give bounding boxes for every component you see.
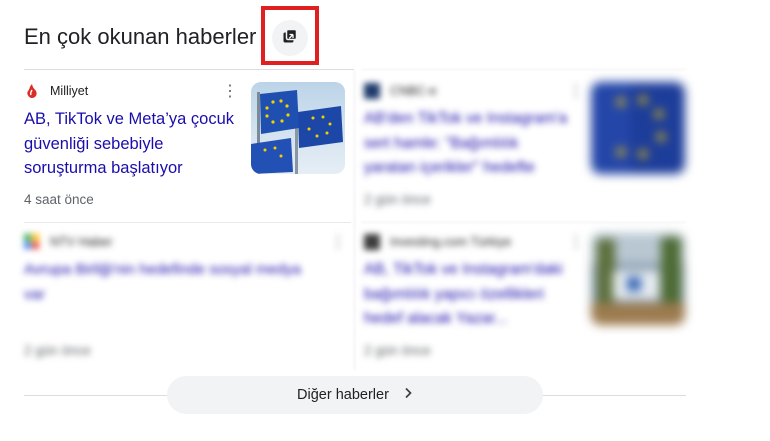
headline-line: AB, TikTok ve Instagram'daki [364, 261, 563, 278]
news-timestamp: 2 gün önce [24, 343, 91, 358]
headline-line: sert hamle: "Bağımlılık [364, 134, 519, 152]
news-source: Milliyet [24, 83, 88, 99]
news-headline[interactable]: AB, TikTok ve Instagram'daki bağımlılık … [364, 258, 582, 332]
news-thumbnail[interactable] [591, 82, 685, 174]
ntv-logo-icon [24, 234, 40, 250]
news-headline[interactable]: Avrupa Birliği'nin hedefinde sosyal medy… [24, 258, 344, 307]
news-source: CNBC-e [364, 83, 437, 99]
headline-line: Avrupa Birliği'nin hedefinde sosyal medy… [24, 261, 301, 278]
more-news-label: Diğer haberler [297, 387, 389, 403]
news-timestamp: 2 gün önce [364, 343, 431, 358]
row-divider-left [24, 222, 351, 223]
news-headline[interactable]: AB, TikTok ve Meta’ya çocuk güvenliği se… [24, 107, 239, 181]
row-divider-right [362, 222, 686, 223]
more-news-button[interactable]: Diğer haberler [167, 376, 543, 414]
news-thumbnail[interactable] [591, 233, 685, 325]
headline-line: AB, TikTok ve Meta’ya çocuk [24, 110, 234, 128]
headline-line: hedef alacak Yazar... [364, 310, 508, 327]
milliyet-logo-icon [24, 83, 40, 99]
news-timestamp: 2 gün önce [364, 192, 431, 207]
more-options-icon[interactable]: ⋮ [568, 235, 584, 251]
news-source-name: Milliyet [50, 84, 89, 98]
news-thumbnail[interactable] [251, 82, 345, 174]
more-options-icon[interactable]: ⋮ [568, 84, 584, 100]
header-divider-right [362, 69, 686, 70]
news-source-name: Investing.com Türkiye [390, 235, 512, 249]
more-options-icon[interactable]: ⋮ [330, 235, 346, 251]
news-timestamp: 4 saat önce [24, 192, 94, 207]
section-title: En çok okunan haberler [24, 24, 257, 49]
investing-logo-icon [364, 234, 380, 250]
headline-line: bağımlılık yapıcı özellikleri [364, 285, 545, 303]
news-source: Investing.com Türkiye [364, 234, 511, 250]
cnbce-logo-icon [364, 83, 380, 99]
headline-line: güvenliği sebebiyle [24, 134, 164, 153]
headline-line: yaratan içerikler" hedefte [364, 159, 535, 176]
news-source-name: CNBC-e [390, 84, 437, 98]
news-source: NTV Haber [24, 234, 113, 250]
news-card[interactable]: Milliyet ⋮ AB, TikTok ve Meta’ya çocuk g… [24, 82, 346, 212]
headline-line: var [24, 285, 45, 303]
collection-button[interactable] [272, 20, 308, 56]
chevron-right-icon [403, 387, 413, 403]
more-options-icon[interactable]: ⋮ [222, 84, 238, 100]
headline-line: soruşturma başlatıyor [24, 159, 183, 177]
news-headline[interactable]: AB'den TikTok ve Instagram'a sert hamle:… [364, 107, 582, 181]
headline-line: AB'den TikTok ve Instagram'a [364, 110, 568, 127]
column-divider [354, 70, 355, 370]
news-card[interactable]: NTV Haber ⋮ Avrupa Birliği'nin hedefinde… [24, 233, 346, 363]
open-in-collection-icon [282, 28, 298, 49]
news-source-name: NTV Haber [50, 235, 113, 249]
header-divider [24, 69, 354, 70]
